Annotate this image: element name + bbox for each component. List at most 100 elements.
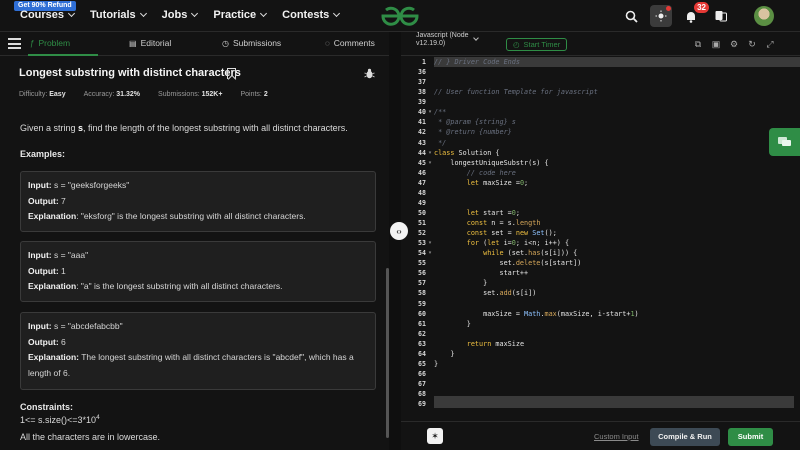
code-line[interactable] xyxy=(434,77,800,87)
fold-chevron-icon[interactable]: ▾ xyxy=(426,158,434,168)
code-line[interactable] xyxy=(434,329,800,339)
nav-item-jobs[interactable]: Jobs xyxy=(162,9,199,21)
code-line[interactable]: } xyxy=(434,359,800,369)
code-line[interactable]: for (let i=0; i<n; i++) { xyxy=(434,238,800,248)
bookmark-icon[interactable] xyxy=(227,68,236,79)
tab-comments[interactable]: ◌ Comments xyxy=(325,38,375,48)
fold-chevron-icon[interactable]: ▾ xyxy=(426,248,434,258)
code-line[interactable]: * @param {string} s xyxy=(434,117,800,127)
code-line[interactable]: const set = new Set(); xyxy=(434,228,800,238)
panel-divider[interactable] xyxy=(389,32,400,450)
chevron-down-icon xyxy=(260,9,268,18)
report-bug-icon[interactable] xyxy=(364,68,375,79)
constraints-heading: Constraints: xyxy=(20,402,74,412)
tab-editorial[interactable]: ▤ Editorial xyxy=(129,38,171,48)
nav-item-courses[interactable]: Courses xyxy=(20,9,76,21)
search-icon[interactable] xyxy=(620,5,642,27)
code-line[interactable]: class Solution { xyxy=(434,148,800,158)
code-line[interactable]: set.delete(s[start]) xyxy=(434,258,800,268)
code-line[interactable]: */ xyxy=(434,138,800,148)
code-line[interactable]: maxSize = Math.max(maxSize, i-start+1) xyxy=(434,309,800,319)
tab-submissions[interactable]: ◷ Submissions xyxy=(222,38,281,48)
active-tab-indicator xyxy=(28,54,98,56)
copy-icon[interactable]: ⧉ xyxy=(692,38,704,50)
theme-dot xyxy=(666,6,671,11)
tab-problem[interactable]: ƒ Problem xyxy=(30,38,70,48)
chat-icon[interactable] xyxy=(769,128,800,156)
code-line[interactable] xyxy=(434,379,800,389)
fullscreen-icon[interactable]: ⤢ xyxy=(764,38,776,50)
code-line[interactable]: start++ xyxy=(434,268,800,278)
nav-item-tutorials[interactable]: Tutorials xyxy=(90,9,147,21)
code-line[interactable] xyxy=(434,299,800,309)
tab-label: Submissions xyxy=(232,38,282,48)
code-line[interactable]: // code here xyxy=(434,168,800,178)
code-line[interactable]: set.add(s[i]) xyxy=(434,288,800,298)
notification-bell-icon[interactable]: 32 xyxy=(680,2,709,27)
problem-meta: Difficulty: Easy Accuracy: 31.32% Submis… xyxy=(19,91,286,98)
code-line[interactable]: while (set.has(s[i])) { xyxy=(434,248,800,258)
line-number: 43 xyxy=(418,138,426,147)
custom-input-link[interactable]: Custom Input xyxy=(594,432,639,441)
code-line[interactable]: /** xyxy=(434,107,800,117)
problem-panel: ƒ Problem ▤ Editorial ◷ Submissions ◌ Commen… xyxy=(0,32,389,450)
code-line[interactable]: let start =0; xyxy=(434,208,800,218)
resize-handle-icon[interactable]: ‹› xyxy=(390,222,408,240)
code-line[interactable] xyxy=(434,369,800,379)
code-line[interactable] xyxy=(434,188,800,198)
geeksforgeeks-logo[interactable] xyxy=(380,5,420,27)
code-line[interactable]: return maxSize xyxy=(434,339,800,349)
fold-chevron-icon[interactable]: ▾ xyxy=(426,107,434,117)
compile-run-button[interactable]: Compile & Run xyxy=(650,428,720,446)
nav-item-label: Contests xyxy=(282,9,330,21)
nav-item-label: Courses xyxy=(20,9,65,21)
line-number: 36 xyxy=(418,68,426,77)
start-timer-button[interactable]: ◴ Start Timer xyxy=(506,38,568,51)
theme-toggle-icon[interactable] xyxy=(650,5,672,27)
code-line[interactable]: } xyxy=(434,319,800,329)
line-number: 48 xyxy=(418,188,426,197)
code-line[interactable] xyxy=(434,97,800,107)
constraint-size: 1<= s.size()<=3*104 xyxy=(20,414,100,425)
code-line[interactable]: // User function Template for javascript xyxy=(434,87,800,97)
line-number: 57 xyxy=(418,279,426,288)
line-number: 61 xyxy=(418,319,426,328)
hint-bulb-icon[interactable]: ✶ xyxy=(427,428,443,444)
code-line[interactable]: * @return {number} xyxy=(434,127,800,137)
fold-chevron-icon[interactable]: ▾ xyxy=(426,148,434,158)
chevron-down-icon xyxy=(191,9,199,18)
fold-chevron-icon[interactable]: ▾ xyxy=(426,238,434,248)
code-line[interactable]: } xyxy=(434,349,800,359)
submit-button[interactable]: Submit xyxy=(728,428,773,446)
nav-item-practice[interactable]: Practice xyxy=(213,9,268,21)
reset-icon[interactable]: ↻ xyxy=(746,38,758,50)
translate-icon[interactable] xyxy=(710,5,732,27)
code-line[interactable]: const n = s.length xyxy=(434,218,800,228)
code-line[interactable]: // } Driver Code Ends xyxy=(434,57,800,68)
code-line[interactable] xyxy=(434,198,800,208)
code-line[interactable]: } xyxy=(434,278,800,288)
language-select[interactable]: Javascript (Node v12.19.0) xyxy=(416,32,476,48)
avatar[interactable] xyxy=(754,6,774,26)
clock-icon: ◷ xyxy=(222,38,229,48)
left-scrollbar-thumb[interactable] xyxy=(386,268,389,438)
paste-icon[interactable]: ▣ xyxy=(710,38,722,50)
settings-icon[interactable]: ⚙ xyxy=(728,38,740,50)
code-line[interactable]: let maxSize =0; xyxy=(434,178,800,188)
fold-gutter: ▾ ▾ ▾ ▾ ▾ xyxy=(426,57,434,409)
code-line[interactable] xyxy=(434,67,800,77)
menu-icon[interactable] xyxy=(8,38,21,49)
timer-icon: ◴ xyxy=(513,40,520,49)
code-line[interactable]: longestUniqueSubstr(s) { xyxy=(434,158,800,168)
nav-item-contests[interactable]: Contests xyxy=(282,9,341,21)
code-editor[interactable]: // } Driver Code Ends // User function Te… xyxy=(434,57,800,409)
